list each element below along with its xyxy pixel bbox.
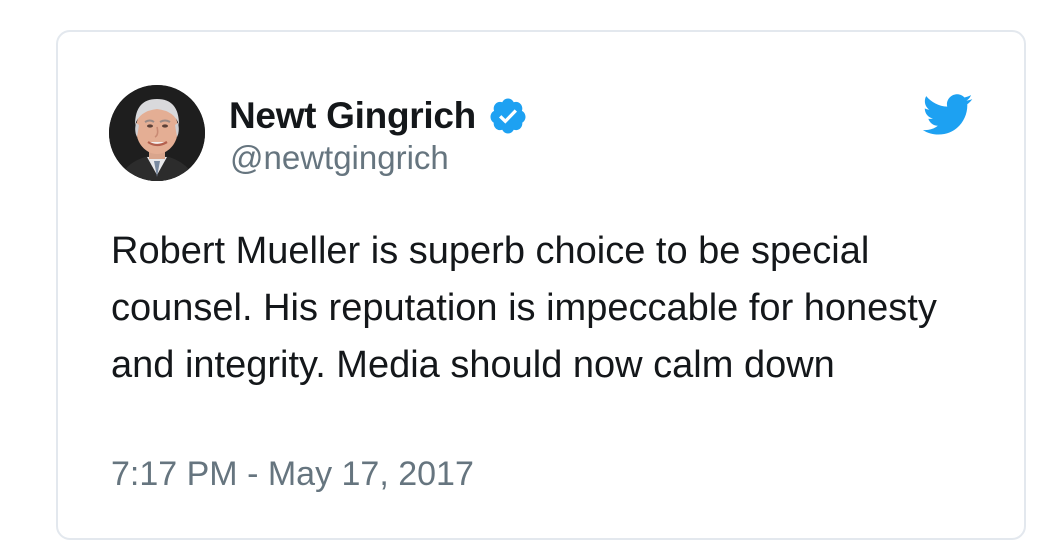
tweet-text: Robert Mueller is superb choice to be sp… bbox=[111, 230, 937, 386]
author-handle[interactable]: @newtgingrich bbox=[230, 139, 449, 177]
twitter-bird-icon[interactable] bbox=[922, 94, 974, 136]
author-display-name[interactable]: Newt Gingrich bbox=[229, 95, 476, 137]
avatar-photo bbox=[109, 85, 205, 181]
tweet-timestamp[interactable]: 7:17 PM - May 17, 2017 bbox=[111, 455, 474, 494]
author-name-row: Newt Gingrich bbox=[229, 93, 528, 139]
avatar[interactable] bbox=[109, 85, 205, 181]
verified-badge-icon bbox=[490, 98, 526, 134]
